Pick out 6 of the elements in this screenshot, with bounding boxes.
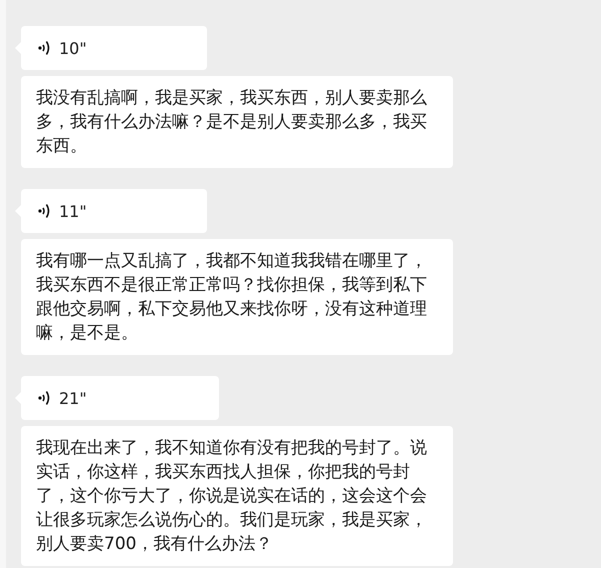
voice-icon	[38, 390, 51, 406]
message-bubble: 我没有乱搞啊，我是买家，我买东西，别人要卖那么多，我有什么办法嘛？是不是别人要卖那么多，我买东西。	[21, 76, 453, 168]
voice-icon	[38, 203, 51, 219]
message-bubble: 我现在出来了，我不知道你有没有把我的号封了。说实话，你这样，我买东西找人担保，你把我的号封了，这个你亏大了，你说是说实在话的，这会这个会让很多玩家怎么说伤心的。我们是玩家，我是买家，别人要卖700，我有什么办法？	[21, 426, 453, 566]
message-bubble: 我有哪一点又乱搞了，我都不知道我我错在哪里了，我买东西不是很正常正常吗？找你担保，我等到私下跟他交易啊，私下交易他又来找你呀，没有这种道理嘛，是不是。	[21, 239, 453, 355]
voice-icon	[38, 40, 51, 56]
